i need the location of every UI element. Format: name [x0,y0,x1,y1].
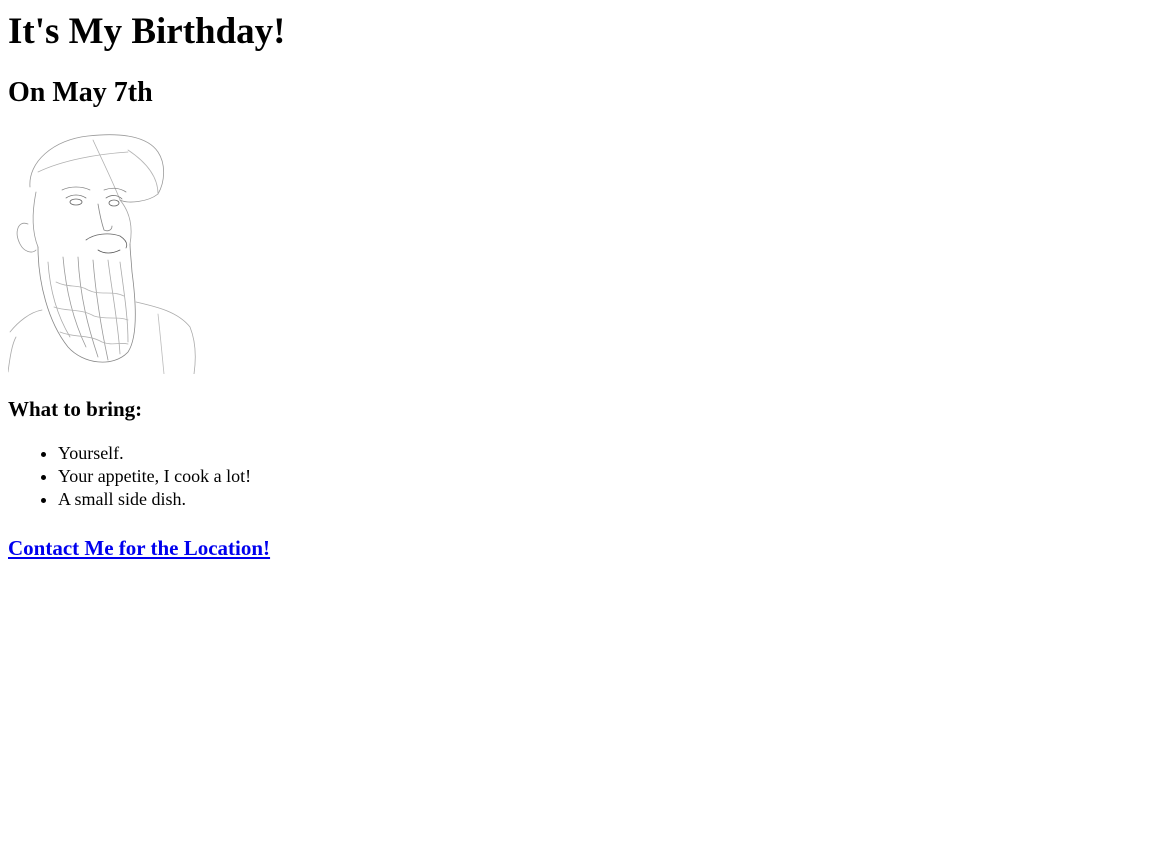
list-item: A small side dish. [58,488,1144,511]
event-date: On May 7th [8,77,153,108]
portrait-image [8,134,196,374]
list-item: Yourself. [58,442,1144,465]
contact-location-link[interactable]: Contact Me for the Location! [8,535,270,561]
page-title: It's My Birthday! [8,11,286,52]
bring-list: Yourself. Your appetite, I cook a lot! A… [8,442,1144,511]
page-content: It's My Birthday! On May 7th What to bri… [0,10,1152,561]
bring-heading: What to bring: [8,397,143,421]
list-item: Your appetite, I cook a lot! [58,465,1144,488]
